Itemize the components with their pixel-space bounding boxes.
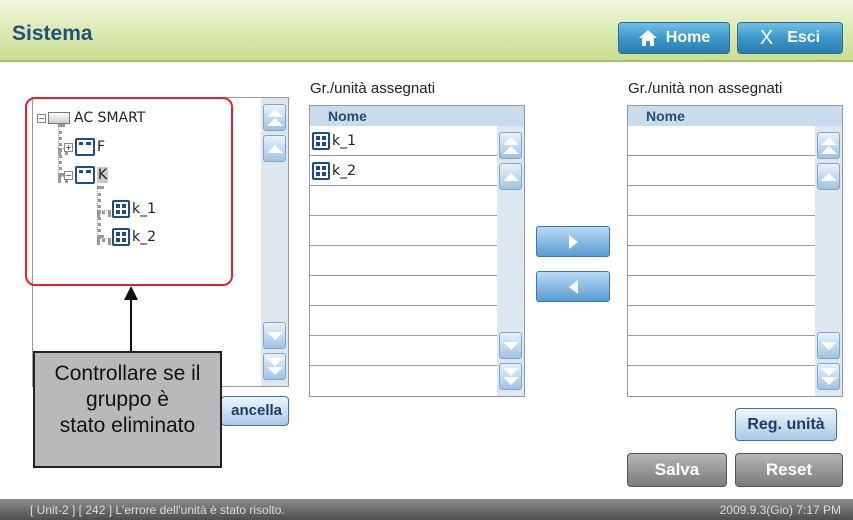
exit-label: Esci <box>787 29 821 46</box>
list-item[interactable] <box>628 126 816 156</box>
scroll-bottom-button[interactable] <box>499 363 522 390</box>
assigned-list-title: Gr./unità assegnati <box>310 80 436 97</box>
unit-icon <box>312 131 330 150</box>
scroll-down-button[interactable] <box>499 332 522 359</box>
chevron-down-icon <box>502 341 519 350</box>
list-item[interactable] <box>628 336 816 366</box>
list-item[interactable] <box>628 276 816 306</box>
list-item[interactable] <box>628 306 816 336</box>
scroll-top-button[interactable] <box>263 104 286 131</box>
list-item[interactable] <box>628 366 816 396</box>
list-item[interactable] <box>310 216 498 246</box>
double-chevron-up-icon <box>266 109 283 126</box>
list-item[interactable] <box>310 186 498 216</box>
arrow-line <box>130 296 132 352</box>
status-message: [ Unit-2 ] [ 242 ] L'errore dell'unità è… <box>30 503 285 517</box>
chevron-up-icon <box>502 172 519 181</box>
callout-line: stato eliminato <box>59 414 196 437</box>
scroll-up-button[interactable] <box>817 163 840 190</box>
chevron-down-icon <box>820 341 837 350</box>
list-item[interactable]: k_2 <box>310 156 498 186</box>
list-item[interactable] <box>628 216 816 246</box>
chevron-left-icon <box>568 279 578 294</box>
annotation-callout: Controllare se il gruppo è stato elimina… <box>33 351 222 468</box>
double-chevron-up-icon <box>820 137 837 154</box>
tree-scrollbar[interactable] <box>261 98 288 386</box>
list-item[interactable] <box>310 366 498 396</box>
unit-icon <box>312 161 330 180</box>
list-item[interactable] <box>628 156 816 186</box>
scroll-bottom-button[interactable] <box>263 353 286 380</box>
list-item-label: k_1 <box>332 132 357 149</box>
list-item[interactable] <box>310 276 498 306</box>
callout-line: Controllare se il <box>54 362 201 385</box>
list-item[interactable] <box>628 246 816 276</box>
save-button[interactable]: Salva <box>627 453 727 487</box>
list-item[interactable] <box>310 306 498 336</box>
unassigned-column-header: Nome <box>628 106 842 126</box>
scroll-bottom-button[interactable] <box>817 363 840 390</box>
status-bar: [ Unit-2 ] [ 242 ] L'errore dell'unità è… <box>0 499 853 520</box>
home-button[interactable]: Home <box>618 22 730 54</box>
chevron-up-icon <box>266 144 283 153</box>
move-right-button[interactable] <box>536 226 610 257</box>
chevron-up-icon <box>820 172 837 181</box>
close-icon: X <box>759 26 774 49</box>
highlight-box <box>25 97 233 286</box>
exit-button[interactable]: X Esci <box>737 22 843 54</box>
assigned-column-header: Nome <box>310 106 524 126</box>
scroll-down-button[interactable] <box>263 322 286 349</box>
register-unit-button[interactable]: Reg. unità <box>735 408 837 441</box>
double-chevron-down-icon <box>820 368 837 385</box>
assigned-list: Nome k_1 k_2 <box>309 105 525 397</box>
callout-line: gruppo è <box>86 388 169 411</box>
delete-button[interactable]: ancella <box>221 396 289 426</box>
double-chevron-down-icon <box>266 358 283 375</box>
scroll-up-button[interactable] <box>263 135 286 162</box>
scroll-up-button[interactable] <box>499 163 522 190</box>
move-left-button[interactable] <box>536 271 610 302</box>
list-item[interactable] <box>628 186 816 216</box>
list-item-label: k_2 <box>332 162 357 179</box>
home-label: Home <box>665 29 711 46</box>
reset-button[interactable]: Reset <box>735 453 843 487</box>
double-chevron-up-icon <box>502 137 519 154</box>
chevron-down-icon <box>266 331 283 340</box>
scroll-top-button[interactable] <box>817 132 840 159</box>
page-title: Sistema <box>12 22 93 45</box>
unassigned-list-title: Gr./unità non assegnati <box>628 80 783 97</box>
unassigned-list: Nome <box>627 105 843 397</box>
scroll-top-button[interactable] <box>499 132 522 159</box>
list-item[interactable] <box>310 336 498 366</box>
double-chevron-down-icon <box>502 368 519 385</box>
list-item[interactable] <box>310 246 498 276</box>
chevron-right-icon <box>568 234 578 249</box>
header-bar: Sistema Home X Esci <box>0 0 853 62</box>
unassigned-scrollbar[interactable] <box>815 126 842 396</box>
scroll-down-button[interactable] <box>817 332 840 359</box>
home-icon <box>638 30 657 46</box>
list-item[interactable]: k_1 <box>310 126 498 156</box>
status-datetime: 2009.9.3(Gio) 7:17 PM <box>719 503 841 517</box>
assigned-scrollbar[interactable] <box>497 126 524 396</box>
